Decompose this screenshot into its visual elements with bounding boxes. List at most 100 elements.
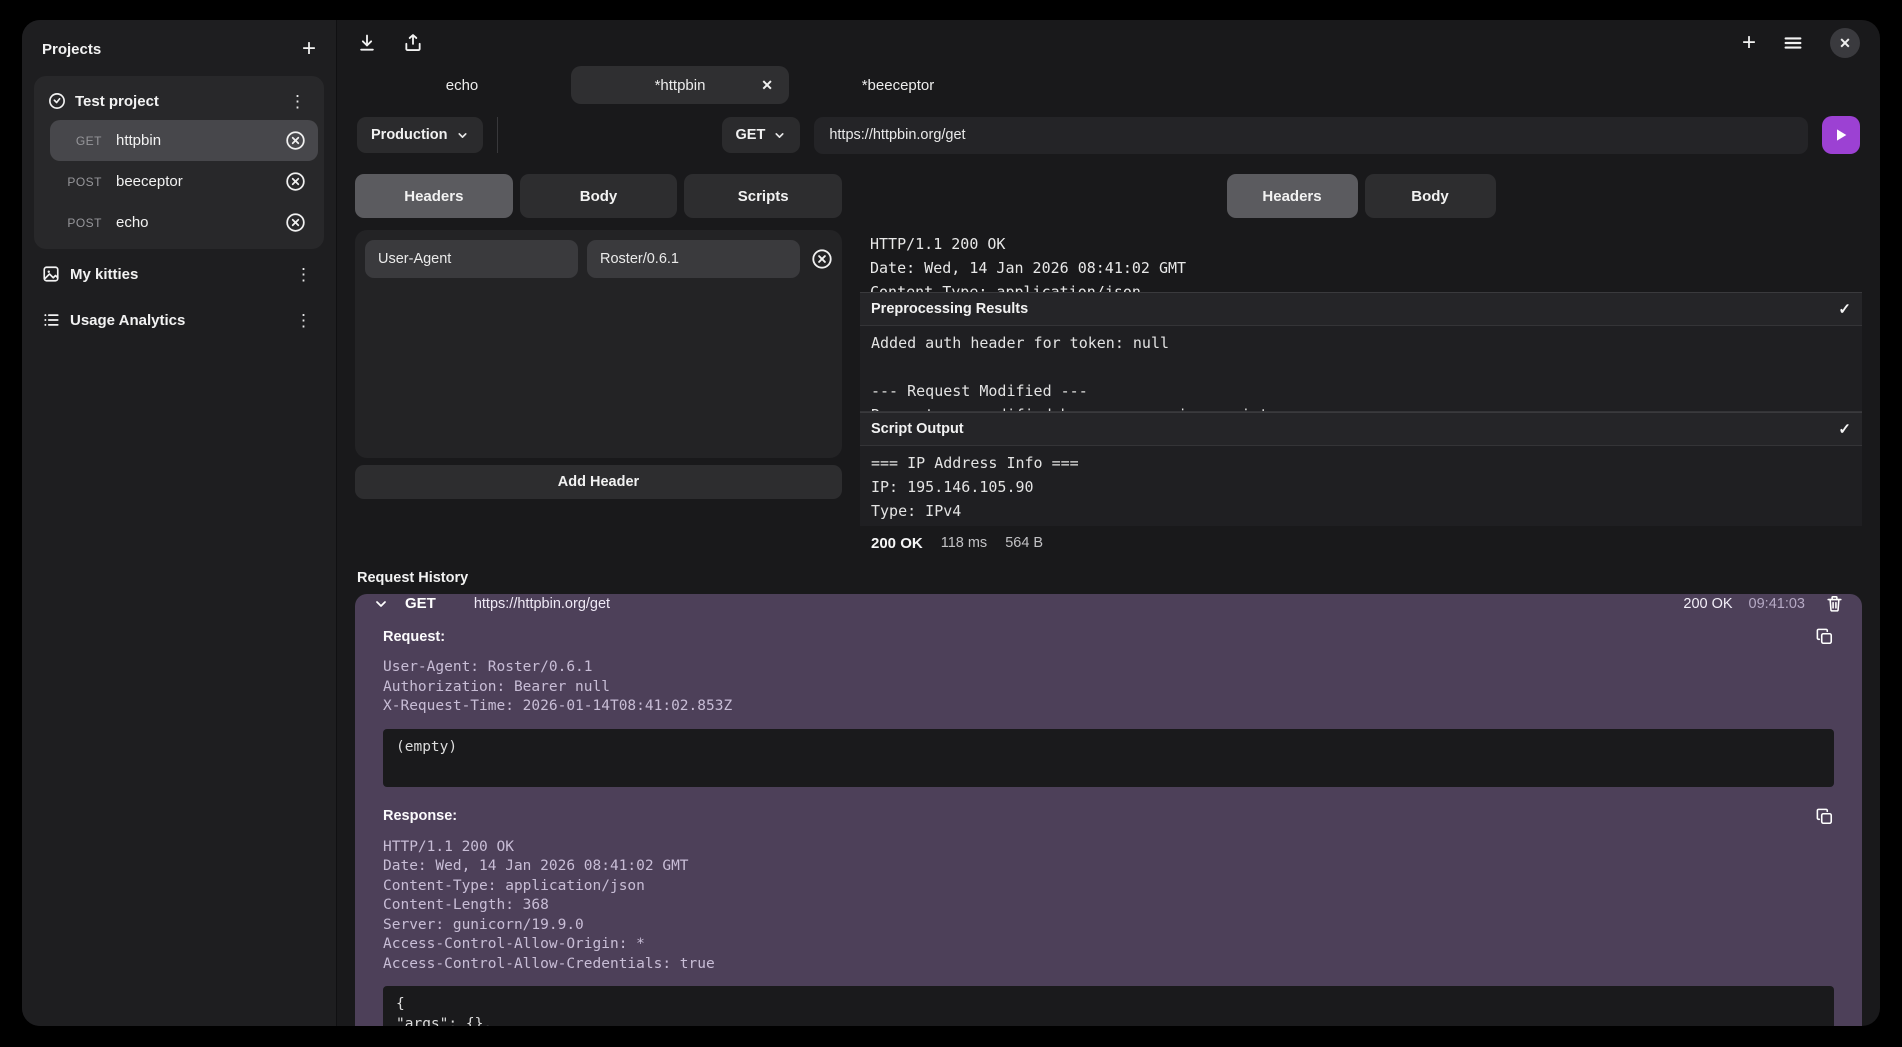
- history-response-body: { "args": {}, "headers": {: [383, 986, 1834, 1026]
- window-close-button[interactable]: ✕: [1830, 28, 1860, 58]
- method-dropdown[interactable]: GET: [722, 117, 801, 153]
- header-value-input[interactable]: [587, 240, 800, 278]
- tab-request-body[interactable]: Body: [520, 174, 678, 218]
- tab-response-body[interactable]: Body: [1365, 174, 1496, 218]
- sidebar-header: Projects +: [34, 30, 324, 68]
- project-header[interactable]: Test project ⋮: [40, 82, 318, 120]
- play-icon: [1833, 127, 1849, 143]
- status-code: 200 OK: [871, 535, 923, 552]
- remove-request-button[interactable]: [285, 130, 306, 151]
- collection-menu-kebab-icon[interactable]: ⋮: [291, 312, 316, 329]
- chevron-down-icon: [456, 129, 469, 142]
- plus-icon: +: [302, 37, 316, 61]
- tab-close-icon[interactable]: ✕: [761, 77, 773, 94]
- remove-header-button[interactable]: [811, 248, 833, 270]
- copy-request-button[interactable]: [1815, 627, 1834, 646]
- sidebar-item-my-kitties[interactable]: My kitties ⋮: [34, 253, 324, 295]
- preprocessing-title: Preprocessing Results: [871, 301, 1028, 317]
- upload-icon: [403, 33, 423, 53]
- tab-request-scripts[interactable]: Scripts: [684, 174, 842, 218]
- history-line: Access-Control-Allow-Credentials: true: [383, 955, 1834, 975]
- tab-httpbin[interactable]: *httpbin ✕: [571, 66, 789, 104]
- tab-beeceptor[interactable]: *beeceptor: [789, 66, 1007, 104]
- chevron-down-icon: [773, 129, 786, 142]
- check-icon: ✓: [1838, 300, 1851, 318]
- sidebar-item-usage-analytics[interactable]: Usage Analytics ⋮: [34, 299, 324, 341]
- environment-dropdown[interactable]: Production: [357, 117, 483, 153]
- projects-title: Projects: [42, 41, 101, 58]
- project-menu-kebab-icon[interactable]: ⋮: [285, 93, 310, 110]
- menu-button[interactable]: [1782, 32, 1804, 54]
- console-line: === IP Address Info ===: [871, 451, 1851, 475]
- main-area: + ✕ echo *httpbin ✕ *beeceptor Produc: [337, 20, 1880, 1026]
- add-header-button[interactable]: Add Header: [355, 465, 842, 499]
- history-line: Server: gunicorn/19.9.0: [383, 916, 1834, 936]
- remove-request-button[interactable]: [285, 171, 306, 192]
- send-request-button[interactable]: [1822, 116, 1860, 154]
- tab-request-headers[interactable]: Headers: [355, 174, 513, 218]
- script-output-panel-header[interactable]: Script Output ✓: [860, 412, 1862, 446]
- delete-history-button[interactable]: [1825, 594, 1844, 613]
- request-method-badge: POST: [60, 216, 102, 230]
- circle-x-icon: [811, 248, 833, 270]
- request-section-label: Request:: [383, 629, 445, 645]
- script-output-title: Script Output: [871, 421, 964, 437]
- sidebar: Projects + Test project ⋮ GET httpbin: [22, 20, 337, 1026]
- history-entry-body: Request: User-Agent: Roster/0.6.1 Author…: [355, 613, 1862, 1026]
- plus-icon: +: [1742, 31, 1756, 55]
- import-button[interactable]: [357, 33, 377, 53]
- clock-icon: [48, 92, 66, 110]
- request-method-badge: GET: [60, 134, 102, 148]
- project-group: Test project ⋮ GET httpbin POST beecepto…: [34, 76, 324, 249]
- sidebar-request-beeceptor[interactable]: POST beeceptor: [50, 161, 318, 202]
- response-viewer: Headers Body HTTP/1.1 200 OK Date: Wed, …: [860, 174, 1862, 560]
- environment-label: Production: [371, 127, 448, 143]
- url-input[interactable]: [814, 117, 1808, 154]
- history-line: HTTP/1.1 200 OK: [383, 838, 1834, 858]
- request-name: httpbin: [116, 132, 269, 149]
- history-time: 09:41:03: [1749, 596, 1805, 612]
- console-line: IP: 195.146.105.90: [871, 475, 1851, 499]
- circle-x-icon: [285, 212, 306, 233]
- response-header-line: HTTP/1.1 200 OK: [870, 232, 1852, 256]
- document-tabs: echo *httpbin ✕ *beeceptor: [337, 66, 1880, 106]
- console-line: Request was modified by preprocessing sc…: [871, 403, 1851, 412]
- response-console: HTTP/1.1 200 OK Date: Wed, 14 Jan 2026 0…: [860, 230, 1862, 560]
- collection-menu-kebab-icon[interactable]: ⋮: [291, 266, 316, 283]
- console-line: Added auth header for token: null: [871, 331, 1851, 355]
- image-icon: [42, 265, 60, 283]
- history-entry-header[interactable]: GET https://httpbin.org/get 200 OK 09:41…: [355, 594, 1862, 613]
- status-time: 118 ms: [941, 535, 987, 551]
- add-project-button[interactable]: +: [302, 37, 316, 61]
- check-icon: ✓: [1838, 420, 1851, 438]
- console-line: --- Request Modified ---: [871, 379, 1851, 403]
- response-header-line: Date: Wed, 14 Jan 2026 08:41:02 GMT: [870, 256, 1852, 280]
- export-button[interactable]: [403, 33, 423, 53]
- toolbar: + ✕: [337, 20, 1880, 66]
- request-editor: Headers Body Scripts Add Header: [355, 174, 842, 560]
- request-history-section: Request History GET https://httpbin.org/…: [337, 560, 1880, 1026]
- remove-request-button[interactable]: [285, 212, 306, 233]
- project-name: Test project: [75, 93, 276, 110]
- tab-response-headers[interactable]: Headers: [1227, 174, 1358, 218]
- preprocessing-panel-header[interactable]: Preprocessing Results ✓: [860, 292, 1862, 326]
- header-key-input[interactable]: [365, 240, 578, 278]
- sidebar-request-httpbin[interactable]: GET httpbin: [50, 120, 318, 161]
- app-window: Projects + Test project ⋮ GET httpbin: [22, 20, 1880, 1026]
- copy-icon: [1815, 807, 1834, 826]
- copy-icon: [1815, 627, 1834, 646]
- json-line: "args": {},: [396, 1015, 1821, 1027]
- preprocessing-output: Added auth header for token: null --- Re…: [860, 326, 1862, 412]
- tab-label: *httpbin: [655, 77, 706, 94]
- history-line: User-Agent: Roster/0.6.1: [383, 658, 1834, 678]
- history-response-headers: HTTP/1.1 200 OK Date: Wed, 14 Jan 2026 0…: [383, 838, 1834, 975]
- chevron-down-icon[interactable]: [373, 596, 389, 612]
- circle-x-icon: [285, 130, 306, 151]
- history-request-body: (empty): [383, 729, 1834, 787]
- copy-response-button[interactable]: [1815, 807, 1834, 826]
- new-tab-button[interactable]: +: [1742, 31, 1756, 55]
- sidebar-request-echo[interactable]: POST echo: [50, 202, 318, 243]
- tab-echo[interactable]: echo: [353, 66, 571, 104]
- request-method-badge: POST: [60, 175, 102, 189]
- request-history-title: Request History: [357, 570, 1862, 586]
